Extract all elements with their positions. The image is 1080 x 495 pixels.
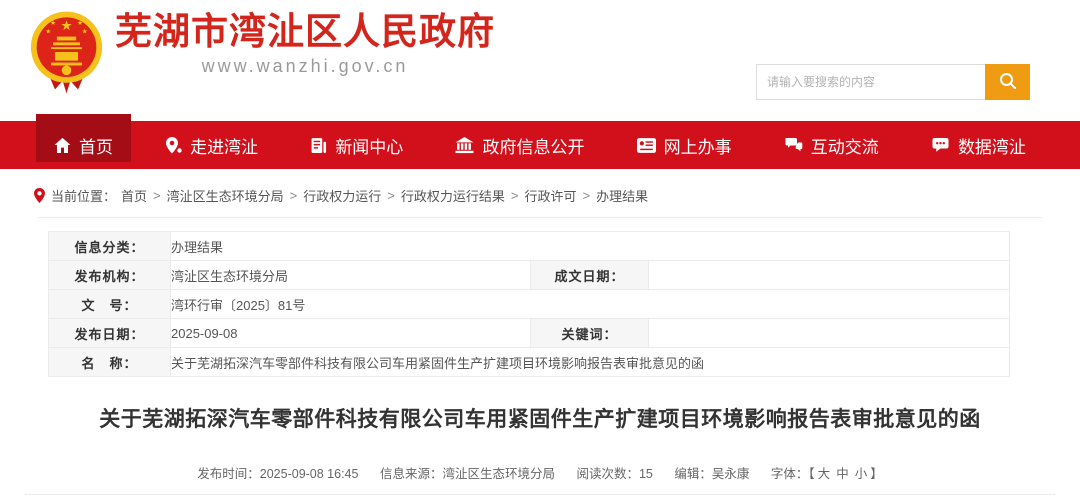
services-card-icon xyxy=(636,137,656,153)
publish-date-value: 2025-09-08 xyxy=(170,318,531,348)
site-header: ★ ★ ★ ★ ★ 芜湖市湾沚区人民政府 www.wanzhi.gov.cn xyxy=(0,0,1080,121)
info-category-value: 办理结果 xyxy=(170,231,1010,261)
article-title: 关于芜湖拓深汽车零部件科技有限公司车用紧固件生产扩建项目环境影响报告表审批意见的… xyxy=(99,408,981,431)
table-row: 信息分类： 办理结果 xyxy=(48,231,1010,261)
nav-item-gov-info[interactable]: 政府信息公开 xyxy=(437,121,602,169)
font-size-control: 字体：【大中小】 xyxy=(771,467,883,481)
nav-item-online-services[interactable]: 网上办事 xyxy=(619,121,750,169)
search-input[interactable] xyxy=(756,64,985,100)
nav-item-label: 首页 xyxy=(79,137,113,157)
info-source: 信息来源：湾沚区生态环境分局 xyxy=(379,467,555,481)
nav-item-label: 互动交流 xyxy=(810,137,879,157)
breadcrumb-separator: > xyxy=(510,188,519,203)
font-size-medium-button[interactable]: 中 xyxy=(836,467,849,481)
search-icon xyxy=(998,71,1018,94)
breadcrumb-separator: > xyxy=(289,188,298,203)
written-date-label: 成文日期： xyxy=(530,260,649,290)
nav-item-interaction[interactable]: 互动交流 xyxy=(766,121,897,169)
breadcrumb-separator: > xyxy=(387,188,395,203)
breadcrumb-separator: > xyxy=(153,188,161,203)
data-bubble-icon xyxy=(931,137,950,153)
breadcrumb-item-power-results[interactable]: 行政权力运行结果 xyxy=(401,186,505,205)
breadcrumb-separator: > xyxy=(582,188,591,203)
site-url: www.wanzhi.gov.cn xyxy=(201,56,409,77)
site-title: 芜湖市湾沚区人民政府 xyxy=(115,11,495,52)
nav-item-about[interactable]: 走进湾沚 xyxy=(147,121,276,169)
table-row: 名 称： 关于芜湖拓深汽车零部件科技有限公司车用紧固件生产扩建项目环境影响报告表… xyxy=(48,347,1010,377)
nav-item-label: 政府信息公开 xyxy=(482,137,585,157)
breadcrumb-item-power-operation[interactable]: 行政权力运行 xyxy=(303,186,381,205)
article-meta: 发布时间：2025-09-08 16:45 信息来源：湾沚区生态环境分局 阅读次… xyxy=(0,463,1080,482)
chat-bubbles-icon xyxy=(784,137,803,153)
main-nav: 首页 走进湾沚 新闻中心 政府信息公开 网上办事 互动交流 数据湾沚 xyxy=(0,114,1080,169)
svg-text:★: ★ xyxy=(82,29,88,36)
svg-text:★: ★ xyxy=(60,18,72,33)
publish-agency-label: 发布机构： xyxy=(48,260,171,290)
site-brand: 芜湖市湾沚区人民政府 www.wanzhi.gov.cn xyxy=(115,10,495,77)
location-icon xyxy=(165,136,182,154)
keywords-label: 关键词： xyxy=(530,318,649,348)
breadcrumb-item-results[interactable]: 办理结果 xyxy=(596,186,648,205)
breadcrumb-divider xyxy=(38,217,1042,218)
location-pin-icon xyxy=(33,188,46,203)
news-icon xyxy=(310,137,327,154)
national-emblem-icon: ★ ★ ★ ★ ★ xyxy=(28,8,105,96)
doc-name-label: 名 称： xyxy=(48,347,171,377)
search-button[interactable] xyxy=(985,64,1030,100)
view-count: 阅读次数：15 xyxy=(576,467,653,481)
keywords-value xyxy=(648,318,1010,348)
svg-text:★: ★ xyxy=(45,29,51,36)
svg-text:★: ★ xyxy=(77,20,83,27)
publish-time: 发布时间：2025-09-08 16:45 xyxy=(197,467,359,481)
gov-building-icon xyxy=(455,136,474,154)
publish-date-label: 发布日期： xyxy=(48,318,171,348)
nav-item-label: 数据湾沚 xyxy=(957,137,1026,157)
font-size-large-button[interactable]: 大 xyxy=(818,467,831,481)
info-category-label: 信息分类： xyxy=(48,231,171,261)
font-size-small-button[interactable]: 小 xyxy=(855,467,868,481)
doc-name-value: 关于芜湖拓深汽车零部件科技有限公司车用紧固件生产扩建项目环境影响报告表审批意见的… xyxy=(170,347,1010,377)
breadcrumb-item-admin-permit[interactable]: 行政许可 xyxy=(524,186,576,205)
svg-text:★: ★ xyxy=(50,20,56,27)
breadcrumb-prefix: 当前位置： xyxy=(51,189,117,204)
table-row: 发布机构： 湾沚区生态环境分局 成文日期： xyxy=(48,260,1010,290)
nav-item-label: 新闻中心 xyxy=(335,137,404,157)
editor: 编辑：吴永康 xyxy=(674,467,750,481)
font-bracket-close: 】 xyxy=(870,467,883,481)
breadcrumb-item-bureau[interactable]: 湾沚区生态环境分局 xyxy=(167,186,284,205)
nav-item-data[interactable]: 数据湾沚 xyxy=(913,121,1044,169)
nav-item-label: 走进湾沚 xyxy=(190,137,259,157)
publish-agency-value: 湾沚区生态环境分局 xyxy=(170,260,531,290)
nav-item-news[interactable]: 新闻中心 xyxy=(292,121,421,169)
table-row: 文 号： 湾环行审〔2025〕81号 xyxy=(48,289,1010,319)
document-info-table: 信息分类： 办理结果 发布机构： 湾沚区生态环境分局 成文日期： 文 号： 湾环… xyxy=(48,231,1010,377)
nav-item-label: 网上办事 xyxy=(663,137,732,157)
breadcrumb-item-home[interactable]: 首页 xyxy=(121,186,147,205)
nav-item-home[interactable]: 首页 xyxy=(36,114,131,169)
site-search xyxy=(756,64,1030,100)
font-size-label: 字体： xyxy=(770,467,809,481)
written-date-value xyxy=(648,260,1010,290)
doc-number-value: 湾环行审〔2025〕81号 xyxy=(170,289,1010,319)
font-bracket-open: 【 xyxy=(808,467,815,481)
home-icon xyxy=(54,137,71,154)
table-row: 发布日期： 2025-09-08 关键词： xyxy=(48,318,1010,348)
doc-number-label: 文 号： xyxy=(48,289,171,319)
breadcrumb: 当前位置： 首页 > 湾沚区生态环境分局 > 行政权力运行 > 行政权力运行结果… xyxy=(33,186,1080,205)
